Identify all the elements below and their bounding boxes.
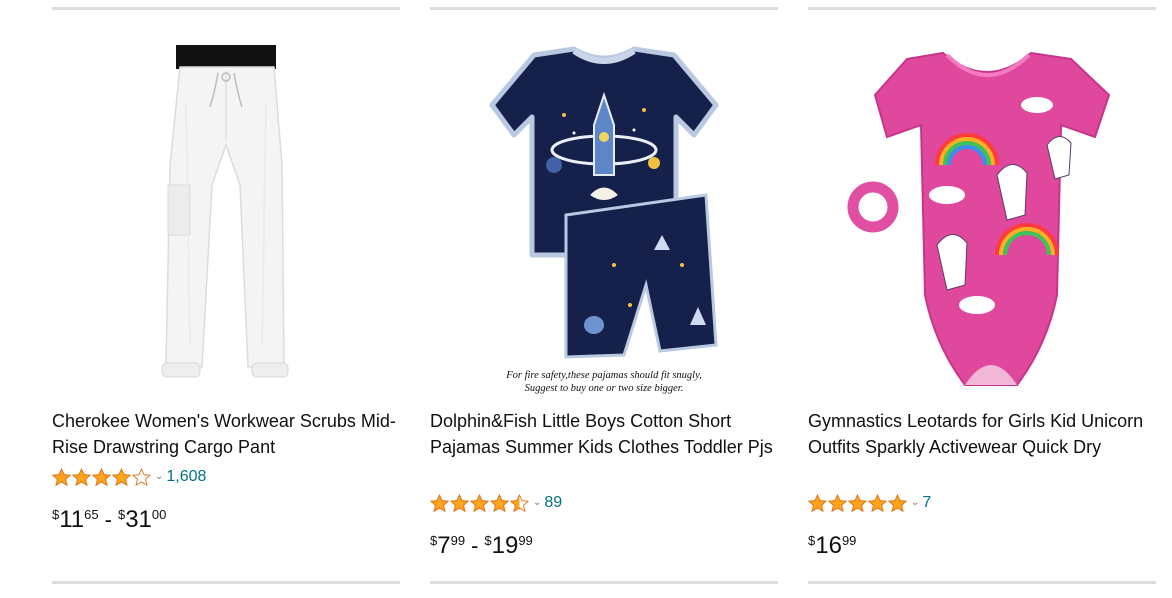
- star-rating[interactable]: [808, 493, 908, 513]
- product-title[interactable]: Dolphin&Fish Little Boys Cotton Short Pa…: [430, 408, 778, 460]
- currency-symbol: $: [430, 533, 438, 548]
- chevron-down-icon[interactable]: ⌄: [155, 471, 163, 482]
- product-title[interactable]: Cherokee Women's Workwear Scrubs Mid-Ris…: [52, 408, 400, 460]
- price[interactable]: $ 16 99: [808, 532, 856, 560]
- currency-symbol: $: [117, 507, 126, 522]
- review-count-link[interactable]: 1,608: [166, 468, 206, 486]
- product-card: Cherokee Women's Workwear Scrubs Mid-Ris…: [52, 0, 400, 598]
- rating-row: ⌄ 7: [808, 491, 931, 515]
- review-count-link[interactable]: 7: [922, 494, 931, 512]
- product-image[interactable]: [52, 40, 400, 400]
- star-full-icon: [490, 493, 509, 512]
- star-full-icon: [828, 493, 847, 512]
- price-dash: -: [104, 507, 112, 532]
- star-full-icon: [450, 493, 469, 512]
- rating-row: ⌄ 89: [430, 491, 562, 515]
- star-full-icon: [430, 493, 449, 512]
- star-full-icon: [52, 467, 71, 486]
- star-rating[interactable]: [430, 493, 530, 513]
- currency-symbol: $: [52, 507, 60, 522]
- price-high: $ 19 99: [484, 532, 532, 560]
- price-high: $ 31 00: [118, 506, 166, 534]
- star-rating[interactable]: [52, 467, 152, 487]
- product-card: For fire safety,these pajamas should fit…: [430, 0, 778, 598]
- divider: [430, 581, 778, 584]
- divider: [52, 7, 400, 10]
- price-whole: 11: [59, 506, 85, 533]
- divider: [808, 581, 1156, 584]
- image-caption-line-2: Suggest to buy one or two size bigger.: [525, 383, 684, 394]
- star-full-icon: [808, 493, 827, 512]
- product-card: Gymnastics Leotards for Girls Kid Unicor…: [808, 0, 1156, 598]
- image-caption-line-1: For fire safety,these pajamas should fit…: [505, 370, 702, 381]
- price-fraction: 00: [151, 507, 167, 522]
- star-full-icon: [72, 467, 91, 486]
- price-whole: 19: [491, 532, 519, 559]
- product-grid: Cherokee Women's Workwear Scrubs Mid-Ris…: [0, 0, 1172, 598]
- star-full-icon: [868, 493, 887, 512]
- rating-row: ⌄ 1,608: [52, 465, 206, 489]
- chevron-down-icon[interactable]: ⌄: [911, 497, 919, 508]
- star-full-icon: [92, 467, 111, 486]
- currency-symbol: $: [808, 533, 816, 548]
- product-title[interactable]: Gymnastics Leotards for Girls Kid Unicor…: [808, 408, 1156, 460]
- white-cargo-pant-image: [161, 45, 289, 378]
- price-range[interactable]: $ 7 99 - $ 19 99: [430, 532, 533, 560]
- star-half-icon: [510, 493, 529, 512]
- price-low: $ 7 99: [430, 532, 465, 560]
- price-fraction: 99: [841, 533, 857, 548]
- star-full-icon: [848, 493, 867, 512]
- star-empty-icon: [132, 467, 151, 486]
- price-low: $ 11 65: [52, 506, 99, 534]
- rocket-pajama-set-image: For fire safety,these pajamas should fit…: [489, 46, 719, 394]
- price-range[interactable]: $ 11 65 - $ 31 00: [52, 506, 166, 534]
- price-whole: 31: [125, 506, 152, 533]
- star-full-icon: [888, 493, 907, 512]
- product-image[interactable]: For fire safety,these pajamas should fit…: [430, 40, 778, 400]
- price-fraction: 99: [450, 533, 466, 548]
- review-count-link[interactable]: 89: [544, 494, 562, 512]
- divider: [430, 7, 778, 10]
- price-whole: 7: [437, 532, 451, 559]
- price-fraction: 65: [84, 507, 99, 522]
- currency-symbol: $: [484, 533, 492, 548]
- star-full-icon: [112, 467, 131, 486]
- price-fraction: 99: [518, 533, 533, 548]
- star-full-icon: [470, 493, 489, 512]
- price-dash: -: [471, 533, 479, 558]
- divider: [52, 581, 400, 584]
- product-image[interactable]: [808, 40, 1156, 400]
- chevron-down-icon[interactable]: ⌄: [533, 497, 541, 508]
- divider: [808, 7, 1156, 10]
- price-single: $ 16 99: [808, 532, 856, 560]
- unicorn-leotard-image: [847, 51, 1111, 386]
- price-whole: 16: [815, 532, 842, 559]
